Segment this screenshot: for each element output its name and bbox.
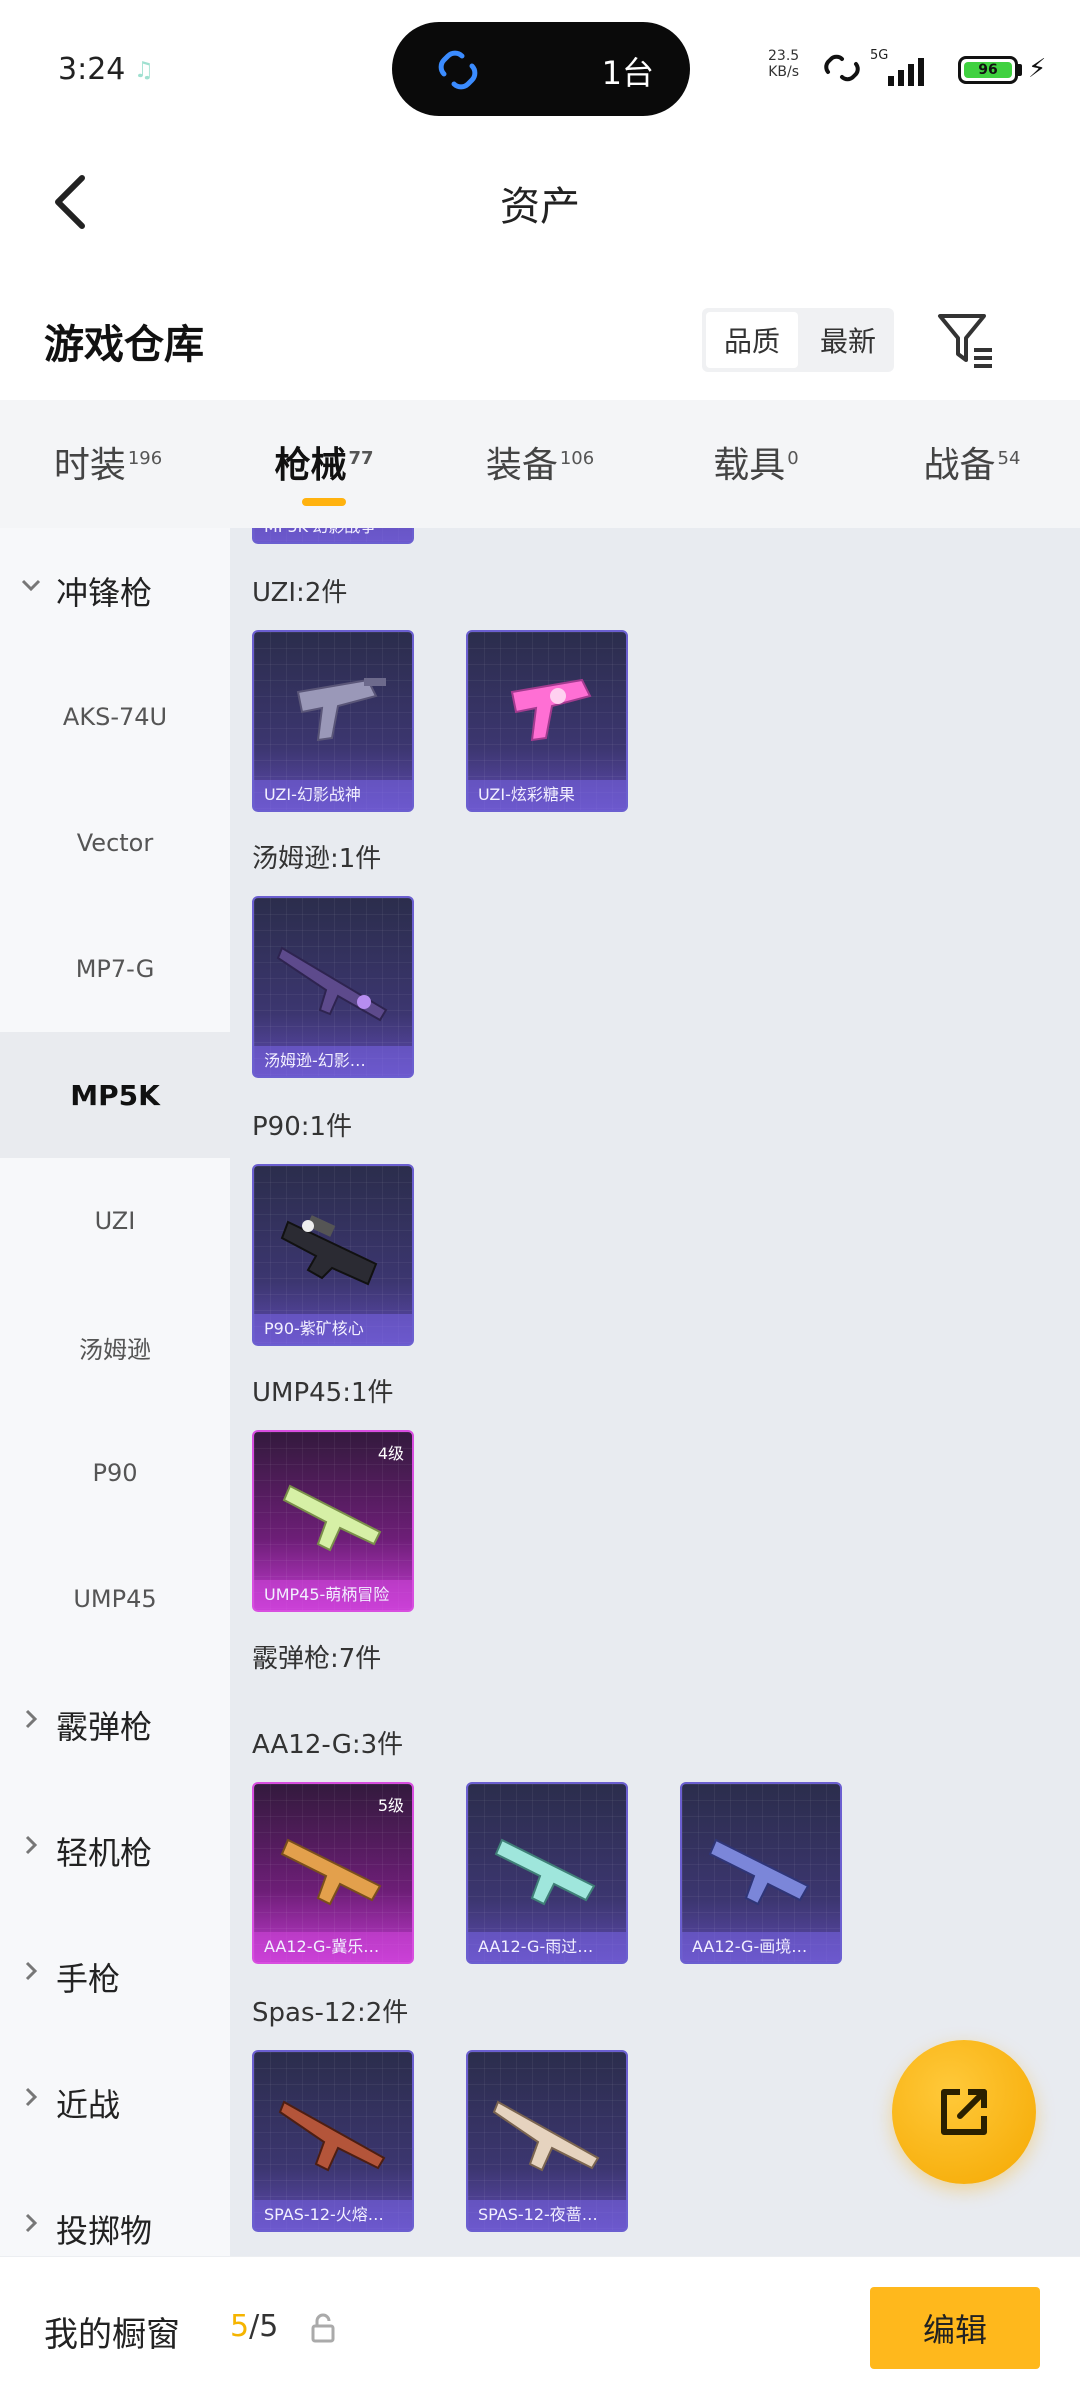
hotspot-icon	[824, 54, 860, 82]
sort-quality[interactable]: 品质	[706, 312, 798, 368]
filter-icon[interactable]	[934, 308, 998, 372]
sidebar-group-melee[interactable]: 近战	[0, 2040, 230, 2166]
tab-fashion[interactable]: 时装 196	[0, 400, 216, 528]
sidebar-item-thompson[interactable]: 汤姆逊	[0, 1284, 230, 1410]
signal-icon	[888, 58, 924, 86]
group-label-aa12: AA12-G:3件	[252, 1730, 404, 1760]
weapon-card-name: AA12-G-雨过…	[468, 1932, 626, 1962]
section-header: 游戏仓库 品质 最新	[0, 280, 1080, 400]
tab-equipment[interactable]: 装备 106	[432, 400, 648, 528]
sidebar-group-pistol[interactable]: 手枪	[0, 1914, 230, 2040]
dynamic-island[interactable]: 1台	[392, 22, 690, 116]
shotgun-icon	[278, 2100, 386, 2172]
rifle-icon	[280, 1215, 378, 1286]
weapon-card-name: UMP45-萌柄冒险	[254, 1580, 412, 1610]
weapon-card[interactable]: AA12-G-雨过…	[466, 1782, 628, 1964]
battery-icon: 96	[958, 56, 1018, 84]
page-title: 资产	[500, 184, 580, 230]
showcase-count: 5/5	[230, 2309, 279, 2344]
status-indicators: 23.5 KB/s 5G 96 ⚡	[760, 0, 1080, 140]
weapon-card-name: P90-紫矿核心	[254, 1314, 412, 1344]
chevron-right-icon	[25, 1835, 38, 1855]
weapon-card-name: SPAS-12-夜蔷…	[468, 2200, 626, 2230]
weapon-card-name: MP5K-幻影战争	[254, 528, 412, 542]
chevron-right-icon	[25, 1961, 38, 1981]
weapon-card-name: UZI-炫彩糖果	[468, 780, 626, 810]
sidebar-item-aks74u[interactable]: AKS-74U	[0, 654, 230, 780]
weapon-card[interactable]: 5级 AA12-G-冀乐…	[252, 1782, 414, 1964]
tab-firearms[interactable]: 枪械 77	[216, 400, 432, 528]
weapon-card[interactable]: P90-紫矿核心	[252, 1164, 414, 1346]
weapon-category-sidebar: 冲锋枪 AKS-74U Vector MP7-G MP5K UZI 汤姆逊 P9…	[0, 528, 230, 2256]
chevron-right-icon	[25, 2213, 38, 2233]
chevron-right-icon	[25, 2087, 38, 2107]
sidebar-group-lmg[interactable]: 轻机枪	[0, 1788, 230, 1914]
active-tab-indicator	[302, 498, 346, 506]
section-title: 游戏仓库	[44, 322, 204, 368]
lock-icon	[311, 2313, 335, 2343]
battery-cap	[1018, 64, 1022, 76]
weapon-card[interactable]: AA12-G-画境…	[680, 1782, 842, 1964]
group-label-p90: P90:1件	[252, 1112, 353, 1142]
status-time: 3:24	[58, 52, 126, 87]
notification-icon: ♫	[134, 58, 154, 83]
shotgun-icon	[280, 1838, 382, 1906]
pill-text: 1台	[601, 54, 654, 92]
weapon-card[interactable]: 汤姆逊-幻影…	[252, 896, 414, 1078]
net-speed: 23.5 KB/s	[768, 48, 800, 80]
weapon-card[interactable]: MP5K-幻影战争	[252, 528, 414, 544]
weapon-card[interactable]: SPAS-12-夜蔷…	[466, 2050, 628, 2232]
group-label-shotgun: 霰弹枪:7件	[252, 1644, 382, 1674]
weapon-card-name: SPAS-12-火熔…	[254, 2200, 412, 2230]
sidebar-item-vector[interactable]: Vector	[0, 780, 230, 906]
group-label-ump45: UMP45:1件	[252, 1378, 394, 1408]
weapon-card-name: UZI-幻影战神	[254, 780, 412, 810]
shotgun-icon	[492, 2100, 600, 2172]
showcase-label: 我的橱窗	[44, 2315, 180, 2355]
group-label-thompson: 汤姆逊:1件	[252, 844, 382, 874]
sidebar-item-mp5k[interactable]: MP5K	[0, 1032, 230, 1158]
sort-toggle: 品质 最新	[702, 308, 894, 372]
chevron-down-icon	[21, 579, 41, 592]
showcase-bar: 我的橱窗 5/5 编辑	[0, 2256, 1080, 2400]
sidebar-item-ump45[interactable]: UMP45	[0, 1536, 230, 1662]
weapon-card[interactable]: SPAS-12-火熔…	[252, 2050, 414, 2232]
weapon-card-name: AA12-G-冀乐…	[254, 1932, 412, 1962]
rifle-icon	[282, 1484, 382, 1552]
app-header: 资产	[0, 140, 1080, 260]
group-label-uzi: UZI:2件	[252, 578, 348, 608]
weapon-card-name: AA12-G-画境…	[682, 1932, 840, 1962]
tab-vehicles[interactable]: 载具 0	[648, 400, 864, 528]
status-bar: 3:24 ♫ 1台 23.5 KB/s 5G 96 ⚡	[0, 0, 1080, 140]
weapon-card-name: 汤姆逊-幻影…	[254, 1046, 412, 1076]
sidebar-item-p90[interactable]: P90	[0, 1410, 230, 1536]
smg-icon	[510, 678, 592, 742]
sidebar-group-throwable[interactable]: 投掷物	[0, 2166, 230, 2256]
sidebar-item-uzi[interactable]: UZI	[0, 1158, 230, 1284]
edit-button[interactable]: 编辑	[870, 2287, 1040, 2369]
sidebar-group-smg[interactable]: 冲锋枪	[0, 528, 230, 654]
sidebar-item-mp7g[interactable]: MP7-G	[0, 906, 230, 1032]
weapon-card[interactable]: UZI-炫彩糖果	[466, 630, 628, 812]
external-link-icon	[941, 2089, 987, 2135]
rifle-icon	[276, 946, 388, 1022]
sidebar-group-shotgun[interactable]: 霰弹枪	[0, 1662, 230, 1788]
group-label-spas12: Spas-12:2件	[252, 1998, 409, 2028]
link-icon	[438, 50, 478, 90]
weapon-grid: MP5K-幻影战争 UZI:2件 UZI-幻影战神 UZI-炫彩糖果 汤姆逊:1…	[230, 528, 1080, 2256]
weapon-card[interactable]: 4级 UMP45-萌柄冒险	[252, 1430, 414, 1612]
share-button[interactable]	[892, 2040, 1036, 2184]
shotgun-icon	[708, 1838, 810, 1906]
chevron-right-icon	[25, 1709, 38, 1729]
shotgun-icon	[494, 1838, 596, 1906]
sort-latest[interactable]: 最新	[802, 308, 894, 372]
tab-supplies[interactable]: 战备 54	[864, 400, 1080, 528]
charging-icon: ⚡	[1028, 54, 1047, 84]
weapon-card[interactable]: UZI-幻影战神	[252, 630, 414, 812]
smg-icon	[296, 678, 386, 742]
category-tabs: 时装 196 枪械 77 装备 106 载具 0 战备 54	[0, 400, 1080, 528]
